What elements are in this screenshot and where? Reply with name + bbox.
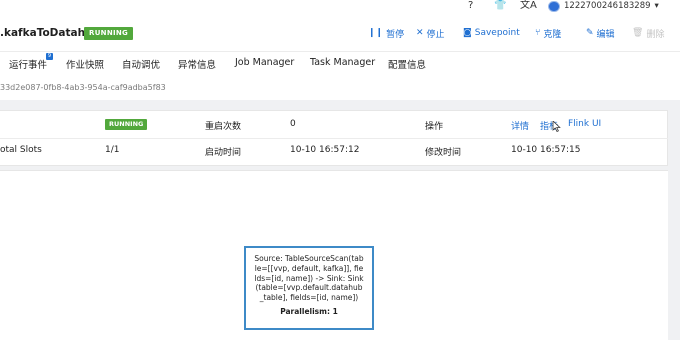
job-header: .kafkaToDatahub RUNNING ❙❙ 暂停 ✕ 停止 ◙ Sav…	[0, 14, 680, 52]
tab-auto-tuning[interactable]: 自动调优	[122, 57, 160, 71]
chevron-down-icon: ▾	[654, 1, 659, 11]
account-id: 1222700246183289	[564, 1, 651, 11]
help-icon[interactable]: ?	[468, 0, 473, 12]
status-badge: RUNNING	[105, 119, 148, 130]
account-menu[interactable]: 1222700246183289 ▾	[548, 0, 659, 12]
tab-run-events[interactable]: 运行事件 9	[9, 53, 54, 71]
stop-label: 停止	[426, 29, 445, 40]
modified-time-label: 修改时间	[425, 148, 462, 158]
node-parallelism: Parallelism: 1	[280, 306, 338, 316]
camera-icon: ◙	[463, 28, 472, 38]
details-link[interactable]: 详情	[511, 119, 529, 132]
tab-configuration[interactable]: 配置信息	[388, 57, 426, 71]
operations-label: 操作	[425, 122, 444, 132]
tab-badge: 9	[46, 53, 54, 60]
pencil-icon: ✎	[586, 28, 594, 38]
summary-card: RUNNING 重启次数 0 操作 详情 指标 Flink UI otal Sl…	[0, 110, 668, 166]
restart-count-value: 0	[290, 119, 296, 129]
row-divider	[0, 138, 668, 139]
graph-node[interactable]: Source: TableSourceScan(table=[[vvp, def…	[244, 246, 374, 330]
node-description: Source: TableSourceScan(table=[[vvp, def…	[254, 254, 364, 303]
tab-task-manager[interactable]: Task Manager	[310, 57, 375, 68]
close-icon: ✕	[416, 28, 424, 38]
top-utility-bar: ? 👕 文A 1222700246183289 ▾	[0, 0, 680, 14]
stop-button[interactable]: ✕ 停止	[416, 26, 445, 40]
fork-icon: ⑂	[535, 28, 541, 38]
start-time-value: 10-10 16:57:12	[290, 145, 360, 155]
savepoint-label: Savepoint	[474, 28, 520, 38]
restart-count-label: 重启次数	[205, 122, 242, 132]
job-graph-canvas[interactable]: Source: TableSourceScan(table=[[vvp, def…	[0, 170, 668, 340]
flink-ui-link[interactable]: Flink UI	[568, 119, 601, 129]
tab-job-manager[interactable]: Job Manager	[235, 57, 294, 68]
delete-label: 删除	[646, 29, 665, 40]
translate-icon[interactable]: 文A	[520, 0, 537, 12]
status-badge: RUNNING	[84, 27, 134, 40]
clone-label: 克隆	[543, 29, 562, 40]
tab-job-snapshot[interactable]: 作业快照	[66, 57, 104, 71]
shirt-icon[interactable]: 👕	[494, 0, 506, 12]
pause-label: 暂停	[386, 29, 405, 40]
modified-time-value: 10-10 16:57:15	[511, 145, 581, 155]
job-id-line: 33d2e087-0fb8-4ab3-954a-caf9adba5f83	[0, 76, 680, 100]
job-id: 33d2e087-0fb8-4ab3-954a-caf9adba5f83	[0, 83, 166, 92]
start-time-label: 启动时间	[205, 148, 242, 158]
edit-button[interactable]: ✎ 编辑	[586, 26, 615, 40]
trash-icon: 🗑	[632, 28, 644, 38]
tab-exceptions[interactable]: 异常信息	[178, 57, 216, 71]
delete-button[interactable]: 🗑 删除	[632, 26, 664, 40]
tab-label: 运行事件	[9, 60, 48, 71]
edit-label: 编辑	[596, 29, 615, 40]
mouse-cursor-icon	[552, 121, 561, 132]
pause-icon: ❙❙	[368, 28, 384, 38]
clone-button[interactable]: ⑂ 克隆	[535, 26, 561, 40]
avatar	[548, 0, 560, 12]
pause-button[interactable]: ❙❙ 暂停	[368, 26, 404, 40]
total-slots-label: otal Slots	[0, 145, 42, 155]
savepoint-button[interactable]: ◙ Savepoint	[463, 26, 520, 40]
total-slots-value: 1/1	[105, 145, 120, 155]
tab-bar: 运行事件 9 作业快照 自动调优 异常信息 Job Manager Task M…	[0, 52, 680, 76]
